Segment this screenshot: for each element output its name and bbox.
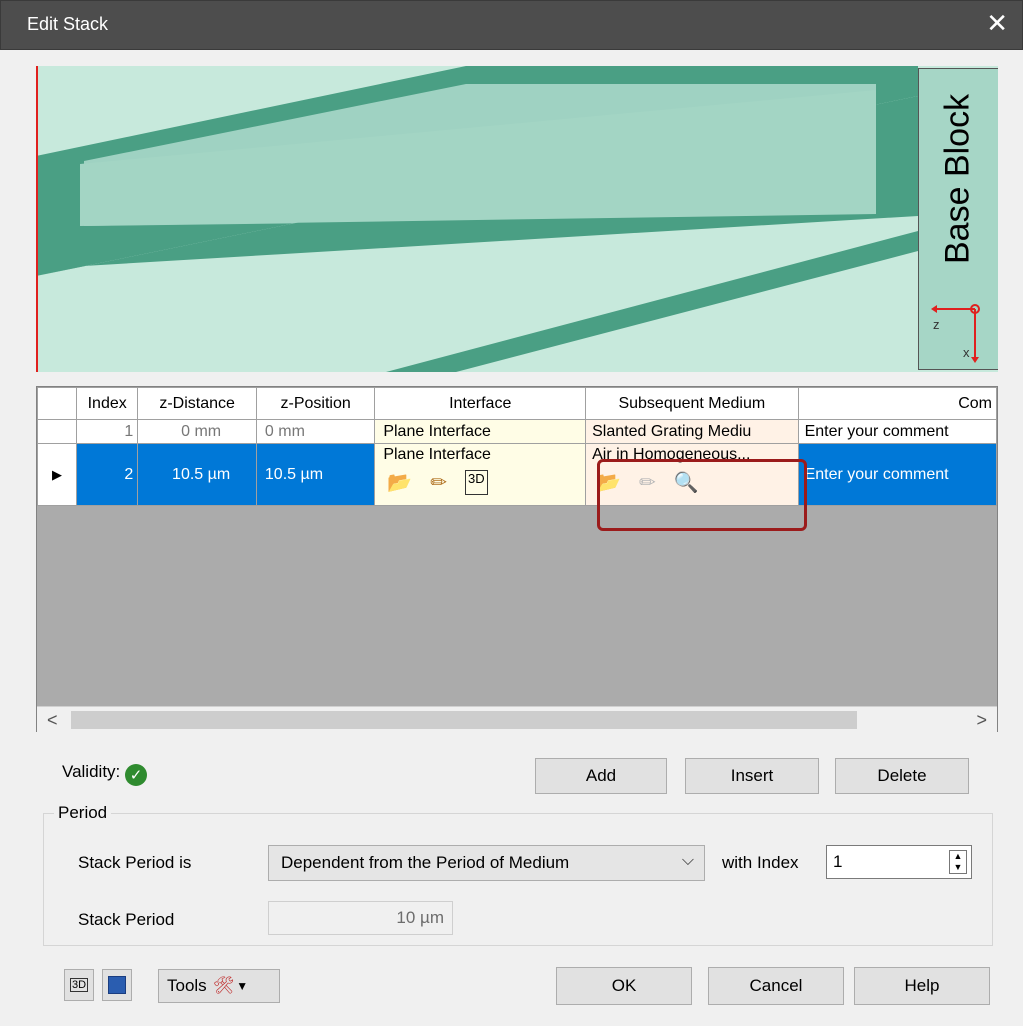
- stack-period-field: 10 µm: [268, 901, 453, 935]
- period-group-title: Period: [54, 803, 112, 823]
- header-row-selector: [37, 387, 78, 420]
- cell-z-distance[interactable]: 0 mm: [137, 419, 257, 444]
- base-block: Base Block z x: [918, 68, 998, 370]
- stack-period-combo[interactable]: Dependent from the Period of Medium ⌵: [268, 845, 705, 881]
- edit-pencil-icon[interactable]: ✏: [430, 470, 447, 495]
- z-axis-label: z: [933, 317, 940, 332]
- cancel-button[interactable]: Cancel: [708, 967, 844, 1005]
- delete-button[interactable]: Delete: [835, 758, 969, 794]
- 3d-view-icon[interactable]: 3D: [464, 470, 488, 495]
- base-block-label: Base Block: [938, 93, 977, 265]
- ok-button[interactable]: OK: [556, 967, 692, 1005]
- tools-label: Tools: [167, 976, 207, 995]
- open-folder-icon[interactable]: 📂: [387, 470, 412, 495]
- add-button[interactable]: Add: [535, 758, 667, 794]
- x-axis-label: x: [963, 345, 970, 360]
- row-selector[interactable]: [37, 419, 78, 444]
- table-header: Index z-Distance z-Position Interface Su…: [37, 387, 997, 420]
- tools-button[interactable]: Tools 🛠 ▼: [158, 969, 280, 1003]
- scroll-left-icon[interactable]: <: [47, 710, 58, 731]
- spinner-arrows-icon[interactable]: ▲ ▼: [949, 850, 967, 874]
- floppy-disk-icon: [108, 976, 126, 994]
- stack-start-marker: [36, 66, 38, 372]
- window-title: Edit Stack: [27, 14, 109, 34]
- cell-index: 1: [76, 419, 139, 444]
- help-button[interactable]: Help: [854, 967, 990, 1005]
- interface-name: Plane Interface: [383, 446, 491, 463]
- header-z-distance[interactable]: z-Distance: [137, 387, 257, 420]
- stack-period-is-label: Stack Period is: [78, 853, 192, 872]
- axis-icon: z x: [931, 304, 980, 363]
- cell-medium[interactable]: Slanted Grating Mediu: [585, 419, 799, 444]
- cell-interface[interactable]: Plane Interface 📂 ✏ 3D: [374, 443, 587, 506]
- valid-check-icon: ✓: [125, 764, 147, 786]
- header-interface[interactable]: Interface: [374, 387, 587, 420]
- header-comment[interactable]: Com: [797, 387, 997, 420]
- horizontal-scrollbar[interactable]: < >: [37, 706, 997, 732]
- close-icon[interactable]: ✕: [986, 9, 1008, 39]
- row-selector[interactable]: ▶: [37, 443, 78, 506]
- table-row[interactable]: ▶ 2 10.5 µm 10.5 µm Plane Interface 📂 ✏ …: [37, 443, 997, 506]
- stack-period-combo-value: Dependent from the Period of Medium: [281, 853, 570, 872]
- cell-comment[interactable]: Enter your comment: [797, 443, 997, 506]
- highlight-frame: [597, 459, 807, 531]
- with-index-label: with Index: [722, 853, 799, 872]
- header-index[interactable]: Index: [76, 387, 139, 420]
- 3d-view-button[interactable]: 3D: [64, 969, 94, 1001]
- cell-interface[interactable]: Plane Interface: [374, 419, 587, 444]
- cell-z-position: 10.5 µm: [255, 443, 376, 506]
- cell-z-distance[interactable]: 10.5 µm: [137, 443, 257, 506]
- chevron-down-icon: ⌵: [681, 852, 694, 869]
- table-row[interactable]: 1 0 mm 0 mm Plane Interface Slanted Grat…: [37, 419, 997, 444]
- stack-period-label: Stack Period: [78, 910, 175, 929]
- 3d-view-icon: 3D: [69, 978, 89, 992]
- header-subsequent-medium[interactable]: Subsequent Medium: [585, 387, 799, 420]
- save-button[interactable]: [102, 969, 132, 1001]
- title-bar: Edit Stack ✕: [0, 0, 1023, 50]
- index-value: 1: [833, 852, 843, 871]
- chevron-down-icon: ▼: [236, 979, 249, 993]
- header-z-position[interactable]: z-Position: [255, 387, 376, 420]
- validity-label: Validity:: [62, 762, 121, 781]
- cell-comment[interactable]: Enter your comment: [797, 419, 997, 444]
- cell-index: 2: [76, 443, 139, 506]
- current-row-icon: ▶: [52, 466, 63, 482]
- index-spinner[interactable]: 1 ▲ ▼: [826, 845, 972, 879]
- insert-button[interactable]: Insert: [685, 758, 819, 794]
- tools-icon: 🛠: [212, 976, 235, 995]
- stack-preview: Base Block z x: [36, 66, 998, 372]
- grating-illustration: [36, 66, 918, 372]
- validity-row: Validity: ✓: [62, 762, 147, 786]
- scroll-right-icon[interactable]: >: [976, 710, 987, 731]
- scroll-thumb[interactable]: [71, 711, 857, 729]
- stack-table[interactable]: Index z-Distance z-Position Interface Su…: [36, 386, 998, 732]
- cell-z-position: 0 mm: [255, 419, 376, 444]
